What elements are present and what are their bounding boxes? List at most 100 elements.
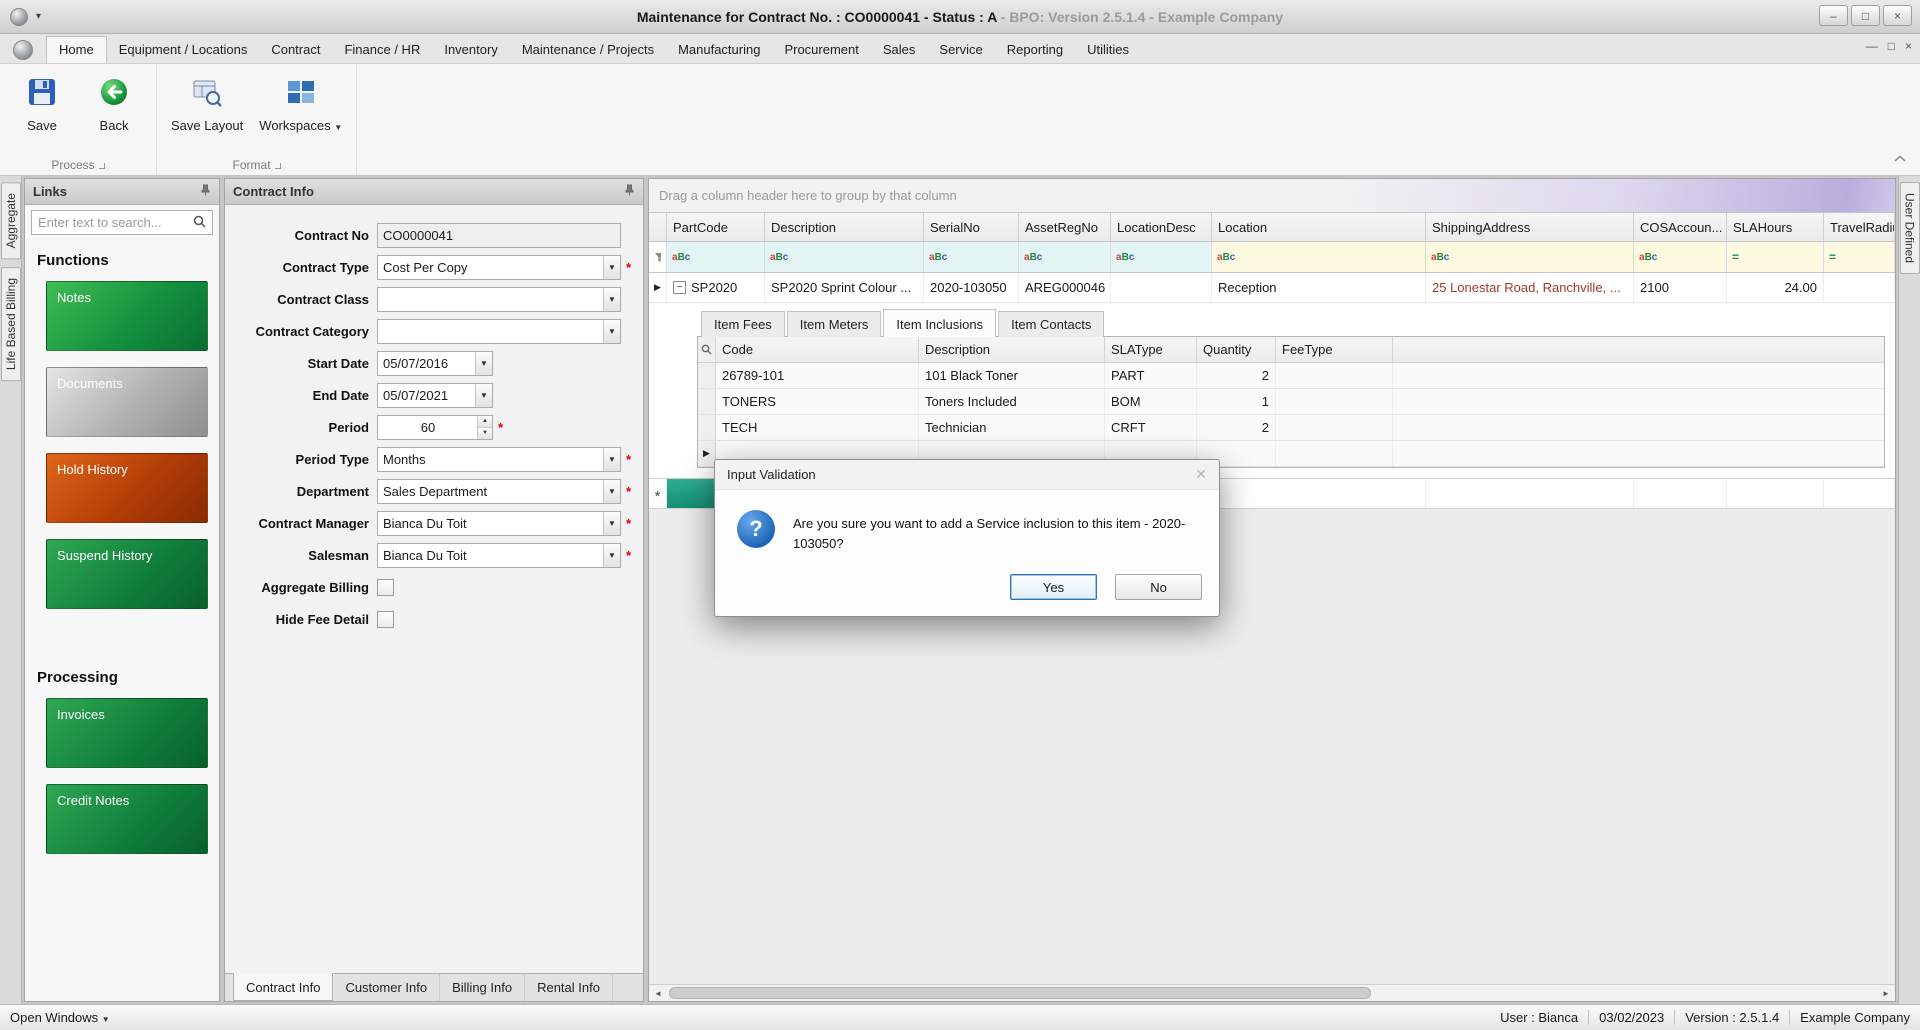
mdi-minimize-button[interactable]: —	[1866, 39, 1878, 53]
tab-contract[interactable]: Contract	[259, 37, 332, 63]
start-date-field[interactable]: 05/07/2016▼	[377, 351, 493, 376]
new-row-cell[interactable]	[1824, 479, 1895, 508]
filter-cell-slahours[interactable]: =	[1727, 242, 1824, 272]
tab-item-contacts[interactable]: Item Contacts	[998, 311, 1104, 337]
search-icon[interactable]	[193, 215, 206, 231]
column-header-cosaccount[interactable]: COSAccoun...	[1634, 213, 1727, 241]
cell-slahours[interactable]: 24.00	[1727, 273, 1824, 302]
dock-tab-aggregate[interactable]: Aggregate	[1, 182, 21, 259]
department-dropdown[interactable]: Sales Department▼	[377, 479, 621, 504]
column-header-assetregno[interactable]: AssetRegNo	[1019, 213, 1111, 241]
grid-data-row[interactable]: ▶ −SP2020 SP2020 Sprint Colour ... 2020-…	[649, 273, 1895, 303]
tab-finance-hr[interactable]: Finance / HR	[332, 37, 432, 63]
pin-icon[interactable]	[200, 184, 211, 199]
tab-item-meters[interactable]: Item Meters	[787, 311, 882, 337]
app-logo-icon[interactable]	[8, 39, 38, 61]
tab-service[interactable]: Service	[927, 37, 994, 63]
close-button[interactable]: ×	[1883, 5, 1912, 26]
tab-maintenance-projects[interactable]: Maintenance / Projects	[510, 37, 666, 63]
column-header-travelradius[interactable]: TravelRadiu...	[1824, 213, 1895, 241]
tab-home[interactable]: Home	[46, 36, 107, 63]
filter-cell-cosaccount[interactable]: aBc	[1634, 242, 1727, 272]
tab-inventory[interactable]: Inventory	[432, 37, 509, 63]
end-date-field[interactable]: 05/07/2021▼	[377, 383, 493, 408]
detail-cell-feetype[interactable]	[1276, 441, 1393, 466]
ribbon-collapse-icon[interactable]	[1892, 152, 1908, 167]
no-button[interactable]: No	[1115, 574, 1202, 600]
cell-assetregno[interactable]: AREG000046	[1019, 273, 1111, 302]
detail-cell-quantity[interactable]: 2	[1197, 363, 1276, 388]
new-row-cell[interactable]	[1426, 479, 1634, 508]
cell-cosaccount[interactable]: 2100	[1634, 273, 1727, 302]
quick-access-caret-icon[interactable]: ▾	[36, 11, 41, 22]
detail-cell-code[interactable]: TECH	[716, 415, 919, 440]
yes-button[interactable]: Yes	[1010, 574, 1097, 600]
tab-manufacturing[interactable]: Manufacturing	[666, 37, 772, 63]
tab-rental-info[interactable]: Rental Info	[525, 974, 613, 1001]
cell-partcode[interactable]: −SP2020	[667, 273, 765, 302]
filter-cell-shippingaddress[interactable]: aBc	[1426, 242, 1634, 272]
group-by-panel[interactable]: Drag a column header here to group by th…	[649, 179, 1895, 213]
minimize-button[interactable]: –	[1819, 5, 1848, 26]
detail-row[interactable]: TECH Technician CRFT 2	[698, 415, 1884, 441]
contract-type-dropdown[interactable]: Cost Per Copy▼	[377, 255, 621, 280]
credit-notes-button[interactable]: Credit Notes	[46, 784, 208, 854]
contract-no-field[interactable]: CO0000041	[377, 223, 621, 248]
suspend-history-button[interactable]: Suspend History	[46, 539, 208, 609]
back-button[interactable]: Back	[86, 72, 142, 155]
cell-serialno[interactable]: 2020-103050	[924, 273, 1019, 302]
tab-sales[interactable]: Sales	[871, 37, 928, 63]
detail-cell-code[interactable]: TONERS	[716, 389, 919, 414]
cell-shippingaddress[interactable]: 25 Lonestar Road, Ranchville, ...	[1426, 273, 1634, 302]
invoices-button[interactable]: Invoices	[46, 698, 208, 768]
mdi-restore-button[interactable]: □	[1888, 39, 1895, 53]
tab-billing-info[interactable]: Billing Info	[440, 974, 525, 1001]
cell-description[interactable]: SP2020 Sprint Colour ...	[765, 273, 924, 302]
filter-cell-travelradius[interactable]: =	[1824, 242, 1895, 272]
detail-cell-slatype[interactable]: CRFT	[1105, 415, 1197, 440]
period-stepper[interactable]: 60▲▼	[377, 415, 493, 440]
column-chooser-icon[interactable]	[698, 337, 716, 362]
dialog-launcher-icon[interactable]	[99, 163, 105, 169]
scroll-left-icon[interactable]: ◄	[649, 985, 667, 1001]
detail-cell-description[interactable]: Toners Included	[919, 389, 1105, 414]
collapse-row-icon[interactable]: −	[673, 281, 686, 294]
tab-item-fees[interactable]: Item Fees	[701, 311, 785, 337]
new-row-cell[interactable]	[1212, 479, 1426, 508]
contract-manager-dropdown[interactable]: Bianca Du Toit▼	[377, 511, 621, 536]
filter-cell-assetregno[interactable]: aBc	[1019, 242, 1111, 272]
dock-tab-life-based-billing[interactable]: Life Based Billing	[1, 267, 21, 381]
column-header-shippingaddress[interactable]: ShippingAddress	[1426, 213, 1634, 241]
tab-reporting[interactable]: Reporting	[995, 37, 1075, 63]
workspaces-button[interactable]: Workspaces ▼	[259, 72, 342, 155]
column-header-description[interactable]: Description	[765, 213, 924, 241]
filter-cell-serialno[interactable]: aBc	[924, 242, 1019, 272]
dialog-launcher-icon[interactable]	[275, 163, 281, 169]
detail-cell-slatype[interactable]: BOM	[1105, 389, 1197, 414]
column-header-partcode[interactable]: PartCode	[667, 213, 765, 241]
column-header-location[interactable]: Location	[1212, 213, 1426, 241]
cell-locationdesc[interactable]	[1111, 273, 1212, 302]
notes-button[interactable]: Notes	[46, 281, 208, 351]
detail-cell-quantity[interactable]: 2	[1197, 415, 1276, 440]
aggregate-billing-checkbox[interactable]	[377, 579, 394, 596]
period-type-dropdown[interactable]: Months▼	[377, 447, 621, 472]
detail-row[interactable]: 26789-101 101 Black Toner PART 2	[698, 363, 1884, 389]
restore-button[interactable]: □	[1851, 5, 1880, 26]
tab-utilities[interactable]: Utilities	[1075, 37, 1141, 63]
column-header-serialno[interactable]: SerialNo	[924, 213, 1019, 241]
search-input[interactable]	[38, 215, 189, 230]
open-windows-button[interactable]: Open Windows ▼	[10, 1010, 110, 1025]
tab-customer-info[interactable]: Customer Info	[333, 974, 440, 1001]
horizontal-scrollbar[interactable]: ◄ ►	[649, 984, 1895, 1001]
save-button[interactable]: Save	[14, 72, 70, 155]
contract-class-dropdown[interactable]: ▼	[377, 287, 621, 312]
detail-cell-feetype[interactable]	[1276, 363, 1393, 388]
tab-equipment-locations[interactable]: Equipment / Locations	[107, 37, 260, 63]
detail-column-slatype[interactable]: SLAType	[1105, 337, 1197, 362]
column-header-locationdesc[interactable]: LocationDesc	[1111, 213, 1212, 241]
dialog-close-icon[interactable]: ✕	[1195, 466, 1207, 483]
mdi-close-button[interactable]: ×	[1905, 39, 1912, 53]
detail-cell-feetype[interactable]	[1276, 389, 1393, 414]
hide-fee-detail-checkbox[interactable]	[377, 611, 394, 628]
